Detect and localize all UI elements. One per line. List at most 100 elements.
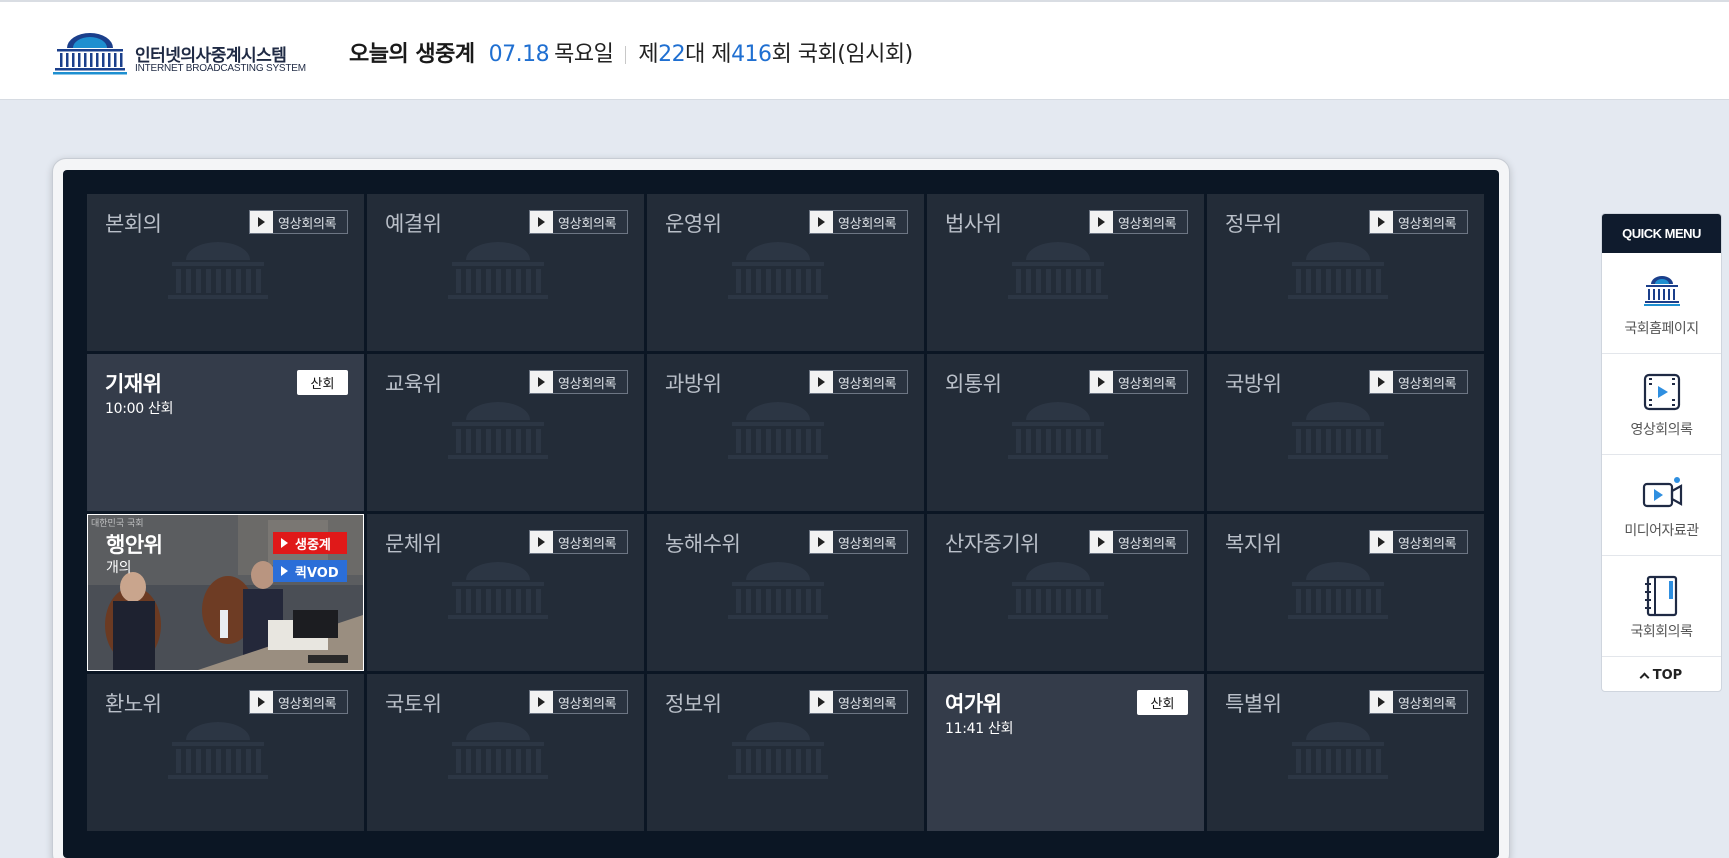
tile-special-committee[interactable]: 특별위 영상회의록 xyxy=(1207,674,1484,831)
tile-plenary[interactable]: 본회의 영상회의록 xyxy=(87,194,364,351)
quick-menu-label: 영상회의록 xyxy=(1630,422,1693,438)
tile-national-defense[interactable]: 국방위 영상회의록 xyxy=(1207,354,1484,511)
tile-name: 외통위 xyxy=(945,372,1002,396)
tile-health-welfare[interactable]: 복지위 영상회의록 xyxy=(1207,514,1484,671)
site-logo[interactable]: 인터넷의사중계시스템 INTERNET BROADCASTING SYSTEM xyxy=(51,30,306,76)
tile-name: 과방위 xyxy=(665,372,722,396)
committee-grid: 본회의 영상회의록 예결위 영상회의록 운영위 영상회의록 법사위 영상회의록 … xyxy=(87,194,1484,831)
assembly-watermark-icon xyxy=(728,562,828,619)
video-minutes-label: 영상회의록 xyxy=(1398,696,1457,712)
video-minutes-button[interactable]: 영상회의록 xyxy=(1369,530,1468,554)
video-minutes-button[interactable]: 영상회의록 xyxy=(1089,530,1188,554)
tile-name: 특별위 xyxy=(1225,692,1282,716)
assembly-watermark-icon xyxy=(1288,242,1388,299)
tile-gender-equality[interactable]: 여가위 11:41 산회 산회 xyxy=(927,674,1204,831)
assembly-watermark-icon xyxy=(1288,402,1388,459)
tile-name: 농해수위 xyxy=(665,532,741,556)
assembly-watermark-icon xyxy=(1288,722,1388,779)
video-minutes-label: 영상회의록 xyxy=(1118,536,1177,552)
scroll-top-label: TOP xyxy=(1652,667,1683,683)
play-icon xyxy=(250,211,273,233)
tile-science-ict[interactable]: 과방위 영상회의록 xyxy=(647,354,924,511)
page-title: 오늘의 생중계 xyxy=(349,42,475,67)
media-camera-icon xyxy=(1642,477,1683,508)
video-minutes-label: 영상회의록 xyxy=(558,696,617,712)
tile-intelligence[interactable]: 정보위 영상회의록 xyxy=(647,674,924,831)
video-minutes-button[interactable]: 영상회의록 xyxy=(529,690,628,714)
video-minutes-label: 영상회의록 xyxy=(1118,216,1177,232)
tile-budget[interactable]: 예결위 영상회의록 xyxy=(367,194,644,351)
video-minutes-button[interactable]: 영상회의록 xyxy=(809,210,908,234)
tile-political-affairs[interactable]: 정무위 영상회의록 xyxy=(1207,194,1484,351)
video-minutes-label: 영상회의록 xyxy=(1118,376,1177,392)
tile-strategy-finance[interactable]: 기재위 10:00 산회 산회 xyxy=(87,354,364,511)
video-minutes-button[interactable]: 영상회의록 xyxy=(1369,370,1468,394)
tile-name: 법사위 xyxy=(945,212,1002,236)
assembly-watermark-icon xyxy=(1008,402,1108,459)
video-minutes-button[interactable]: 영상회의록 xyxy=(1089,210,1188,234)
quick-menu: QUICK MENU 국회홈페이지 영상회의록 미디어자료관 국회회의록 TOP xyxy=(1601,213,1722,692)
tile-name: 문체위 xyxy=(385,532,442,556)
video-minutes-label: 영상회의록 xyxy=(278,696,337,712)
tile-name: 행안위 xyxy=(106,533,163,557)
tile-agriculture-fisheries[interactable]: 농해수위 영상회의록 xyxy=(647,514,924,671)
tile-culture-sports[interactable]: 문체위 영상회의록 xyxy=(367,514,644,671)
live-stream-button[interactable]: 생중계 xyxy=(273,532,347,554)
assembly-watermark-icon xyxy=(728,242,828,299)
play-icon xyxy=(810,211,833,233)
quick-menu-media-archive[interactable]: 미디어자료관 xyxy=(1602,455,1721,556)
tile-trade-industry[interactable]: 산자중기위 영상회의록 xyxy=(927,514,1204,671)
video-minutes-label: 영상회의록 xyxy=(838,696,897,712)
quick-menu-video-minutes[interactable]: 영상회의록 xyxy=(1602,354,1721,455)
tile-public-administration-live[interactable]: 대한민국 국회 행안위 개의 생중계 퀵VOD xyxy=(87,514,364,671)
quick-vod-label: 퀵VOD xyxy=(295,565,339,581)
video-minutes-button[interactable]: 영상회의록 xyxy=(529,210,628,234)
assembly-icon xyxy=(1644,276,1680,306)
video-minutes-button[interactable]: 영상회의록 xyxy=(249,210,348,234)
live-stream-label: 생중계 xyxy=(295,537,331,553)
video-minutes-button[interactable]: 영상회의록 xyxy=(249,690,348,714)
tile-adjourn-time: 10:00 산회 xyxy=(105,401,174,417)
video-minutes-button[interactable]: 영상회의록 xyxy=(809,530,908,554)
video-minutes-button[interactable]: 영상회의록 xyxy=(1089,370,1188,394)
assembly-watermark-icon xyxy=(1288,562,1388,619)
tile-name: 국방위 xyxy=(1225,372,1282,396)
tile-education[interactable]: 교육위 영상회의록 xyxy=(367,354,644,511)
video-minutes-label: 영상회의록 xyxy=(838,216,897,232)
tile-steering[interactable]: 운영위 영상회의록 xyxy=(647,194,924,351)
quick-menu-assembly-homepage[interactable]: 국회홈페이지 xyxy=(1602,253,1721,354)
video-minutes-button[interactable]: 영상회의록 xyxy=(1369,690,1468,714)
assembly-watermark-icon xyxy=(728,402,828,459)
video-minutes-button[interactable]: 영상회의록 xyxy=(529,370,628,394)
video-minutes-button[interactable]: 영상회의록 xyxy=(809,370,908,394)
play-icon xyxy=(810,371,833,393)
quick-menu-title: QUICK MENU xyxy=(1602,214,1721,253)
session-suffix: 회 국회(임시회) xyxy=(771,42,914,67)
tile-name: 기재위 xyxy=(105,372,162,396)
video-minutes-label: 영상회의록 xyxy=(838,376,897,392)
play-icon xyxy=(1090,371,1113,393)
assembly-number: 22 xyxy=(658,42,686,67)
adjourned-badge: 산회 xyxy=(297,370,348,395)
video-minutes-button[interactable]: 영상회의록 xyxy=(529,530,628,554)
video-minutes-button[interactable]: 영상회의록 xyxy=(809,690,908,714)
quick-menu-assembly-minutes[interactable]: 국회회의록 xyxy=(1602,556,1721,657)
tile-land-transport[interactable]: 국토위 영상회의록 xyxy=(367,674,644,831)
play-icon xyxy=(530,691,553,713)
tile-judiciary[interactable]: 법사위 영상회의록 xyxy=(927,194,1204,351)
scroll-top-button[interactable]: TOP xyxy=(1602,657,1721,691)
tile-environment-labor[interactable]: 환노위 영상회의록 xyxy=(87,674,364,831)
quick-menu-label: 미디어자료관 xyxy=(1624,523,1699,539)
video-minutes-button[interactable]: 영상회의록 xyxy=(1369,210,1468,234)
video-minutes-label: 영상회의록 xyxy=(1398,536,1457,552)
session-number: 416 xyxy=(731,42,772,67)
video-minutes-label: 영상회의록 xyxy=(278,216,337,232)
play-icon xyxy=(530,531,553,553)
tile-name: 운영위 xyxy=(665,212,722,236)
minutes-book-icon xyxy=(1645,575,1678,617)
quick-vod-button[interactable]: 퀵VOD xyxy=(273,560,347,582)
video-minutes-label: 영상회의록 xyxy=(1398,216,1457,232)
play-icon xyxy=(1090,531,1113,553)
logo-title-english: INTERNET BROADCASTING SYSTEM xyxy=(135,63,306,74)
tile-foreign-affairs[interactable]: 외통위 영상회의록 xyxy=(927,354,1204,511)
